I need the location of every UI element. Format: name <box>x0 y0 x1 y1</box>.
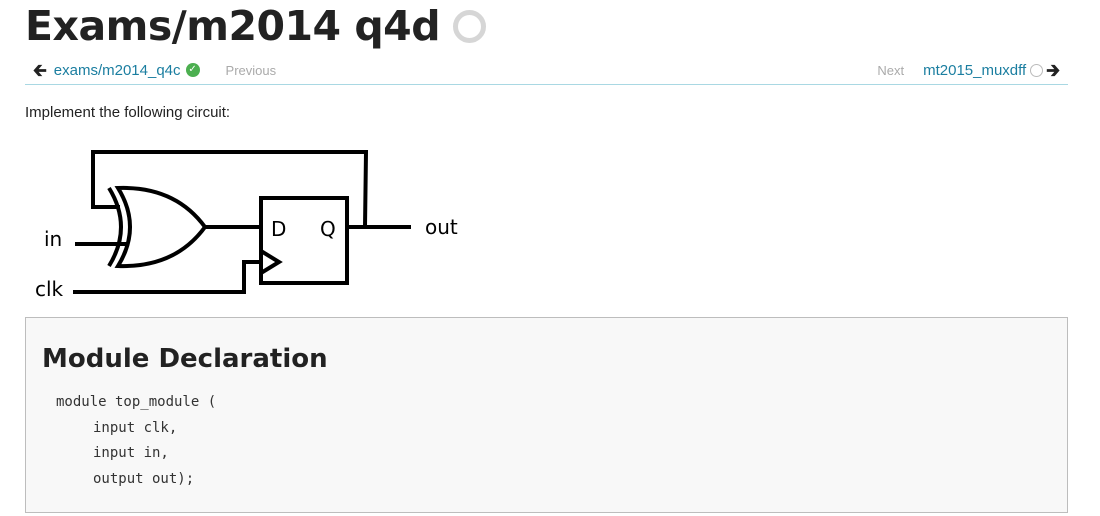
dff-q-label: Q <box>320 217 336 241</box>
module-declaration-panel: Module Declaration module top_module ( i… <box>25 317 1068 513</box>
circuit-diagram: in clk D Q out <box>35 150 458 301</box>
dff-d-label: D <box>271 217 286 241</box>
clock-edge-marker <box>259 249 283 275</box>
code-line: output out); <box>93 470 195 487</box>
title-row: Exams/m2014 q4d <box>25 0 487 56</box>
arrow-left-icon[interactable]: 🡰 <box>33 62 47 79</box>
input-in-label: in <box>44 227 62 251</box>
arrow-right-icon[interactable]: 🡲 <box>1046 62 1060 79</box>
xor-back-curve <box>107 186 123 268</box>
previous-label: Previous <box>225 62 277 78</box>
page-title: Exams/m2014 q4d <box>25 2 441 50</box>
code-line: input clk, <box>93 419 178 436</box>
next-problem-link[interactable]: mt2015_muxdff <box>923 62 1026 79</box>
circle-outline-icon <box>453 9 487 43</box>
check-circle-icon: ✓ <box>185 63 200 77</box>
problem-page: Exams/m2014 q4d 🡰 exams/m2014_q4c ✓ Prev… <box>0 0 1100 516</box>
code-line: module top_module ( <box>56 394 217 410</box>
circle-outline-icon <box>1030 63 1044 77</box>
problem-navigation: 🡰 exams/m2014_q4c ✓ Previous Next mt2015… <box>25 58 1068 85</box>
clk-wire <box>73 260 261 294</box>
nav-next: Next mt2015_muxdff 🡲 <box>877 58 1060 82</box>
module-declaration-heading: Module Declaration <box>42 344 328 374</box>
problem-statement: Implement the following circuit: <box>25 104 231 121</box>
nav-previous: 🡰 exams/m2014_q4c ✓ Previous <box>33 58 276 82</box>
next-label: Next <box>877 62 905 78</box>
code-line: input in, <box>93 445 169 461</box>
output-out-label: out <box>425 215 458 239</box>
input-clk-label: clk <box>35 277 64 301</box>
previous-problem-link[interactable]: exams/m2014_q4c <box>54 62 181 79</box>
xor-gate-body <box>114 185 208 269</box>
code-block: module top_module ( input clk, input in,… <box>56 390 216 492</box>
